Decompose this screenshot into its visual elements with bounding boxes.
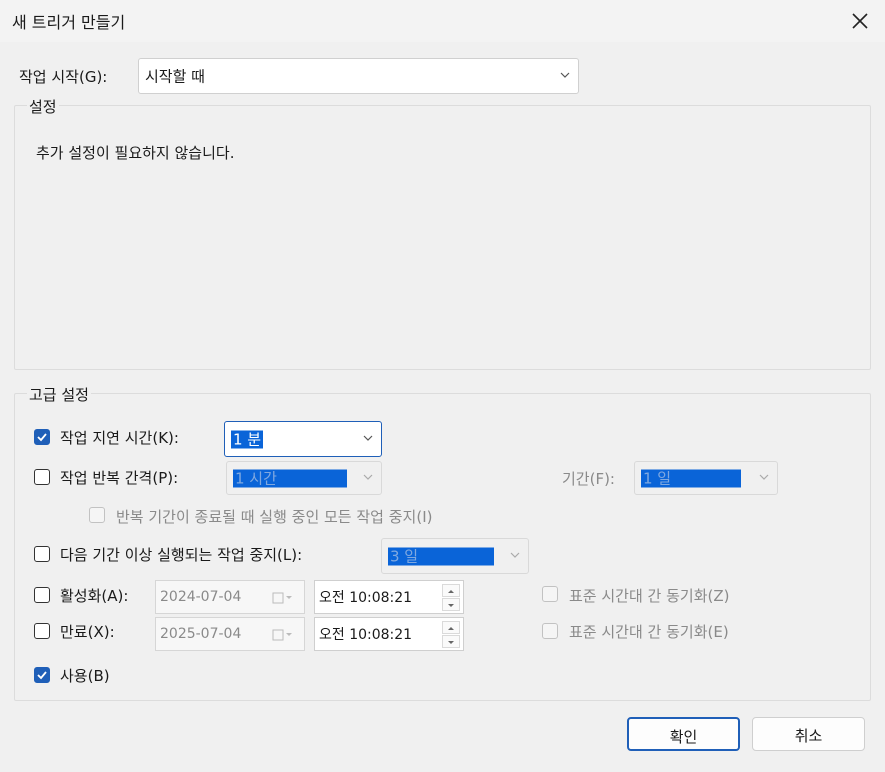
stop-longer-value: 3 일 [388,547,495,566]
caret-down-icon [448,641,454,644]
activate-time: 오전 10:08:21 [319,590,413,606]
expire-time-picker[interactable]: 오전 10:08:21 [314,617,464,651]
repeat-label: 작업 반복 간격(P): [60,469,179,487]
enabled-label: 사용(B) [60,667,110,685]
repeat-combobox[interactable]: 1 시간 [226,461,382,495]
start-combobox[interactable]: 시작할 때 [138,58,579,94]
expire-sync-checkbox[interactable] [542,623,558,639]
expire-label: 만료(X): [60,623,115,641]
activate-checkbox[interactable] [34,587,50,603]
spin-down-button[interactable] [442,598,460,611]
advanced-legend: 고급 설정 [27,384,91,405]
spin-down-button[interactable] [442,635,460,648]
chevron-down-icon [363,435,373,441]
chevron-down-icon [560,72,570,78]
activate-sync-label: 표준 시간대 간 동기화(Z) [569,587,730,605]
check-icon [37,671,47,680]
duration-value: 1 일 [641,469,742,488]
delay-label: 작업 지연 시간(K): [60,429,179,447]
ok-button-label: 확인 [669,728,698,746]
spin-up-button[interactable] [442,584,460,597]
stop-longer-combobox[interactable]: 3 일 [381,538,529,574]
close-icon [852,13,868,29]
settings-legend: 설정 [27,96,59,117]
calendar-dropdown-icon [272,629,292,641]
cancel-button-label: 취소 [794,727,823,745]
repeat-checkbox[interactable] [34,469,50,485]
chevron-down-icon [510,552,520,558]
delay-value: 1 분 [231,430,264,449]
expire-sync-label: 표준 시간대 간 동기화(E) [569,623,729,641]
chevron-down-icon [363,474,373,480]
expire-date-picker[interactable]: 2025-07-04 [155,617,305,651]
calendar-dropdown-icon [272,592,292,604]
stop-running-checkbox[interactable] [89,507,105,523]
stop-longer-label: 다음 기간 이상 실행되는 작업 중지(L): [60,546,303,564]
window-title: 새 트리거 만들기 [12,13,126,32]
activate-label: 활성화(A): [60,587,129,605]
expire-date: 2025-07-04 [160,626,242,642]
duration-combobox[interactable]: 1 일 [634,461,778,495]
start-label: 작업 시작(G): [19,68,108,86]
stop-running-label: 반복 기간이 종료될 때 실행 중인 모든 작업 중지(I) [116,508,433,526]
expire-time: 오전 10:08:21 [319,627,413,643]
enabled-checkbox[interactable] [34,667,50,683]
check-icon [37,433,47,442]
duration-label: 기간(F): [562,470,615,488]
activate-time-picker[interactable]: 오전 10:08:21 [314,580,464,614]
caret-up-icon [448,590,454,593]
delay-combobox[interactable]: 1 분 [224,421,382,457]
expire-time-spinner[interactable] [442,621,460,649]
activate-time-spinner[interactable] [442,584,460,612]
caret-up-icon [448,627,454,630]
title-bar [0,0,885,42]
settings-message: 추가 설정이 필요하지 않습니다. [36,144,235,162]
stop-longer-checkbox[interactable] [34,546,50,562]
chevron-down-icon [759,474,769,480]
activate-date-picker[interactable]: 2024-07-04 [155,580,305,614]
delay-checkbox[interactable] [34,429,50,445]
ok-button[interactable]: 확인 [627,717,740,751]
close-button[interactable] [847,8,873,34]
cancel-button[interactable]: 취소 [752,717,865,751]
start-value: 시작할 때 [145,67,205,86]
activate-date: 2024-07-04 [160,589,242,605]
expire-checkbox[interactable] [34,623,50,639]
repeat-value: 1 시간 [233,469,347,488]
spin-up-button[interactable] [442,621,460,634]
activate-sync-checkbox[interactable] [542,586,558,602]
caret-down-icon [448,604,454,607]
